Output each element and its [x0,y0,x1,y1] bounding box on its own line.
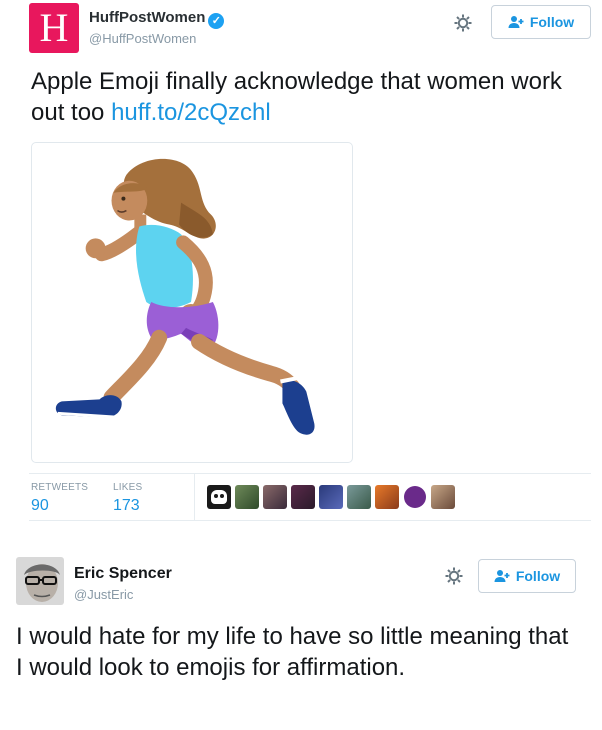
display-name-text[interactable]: HuffPostWomen [89,9,205,26]
tweet-link[interactable]: huff.to/2cQzchl [111,99,271,126]
avatar[interactable] [16,557,64,605]
liker-avatars [207,485,455,509]
avatar[interactable]: H [29,3,79,53]
liker-avatar[interactable] [403,485,427,509]
tweet1-header: H HuffPostWomen ✓ @HuffPostWomen Follow [29,3,591,55]
follow-button[interactable]: Follow [491,5,591,39]
liker-avatar[interactable] [263,485,287,509]
liker-avatar[interactable] [375,485,399,509]
likes-stat[interactable]: LIKES 173 [113,482,142,515]
liker-avatar[interactable] [347,485,371,509]
display-name[interactable]: Eric Spencer [74,565,172,583]
likes-count: 173 [113,497,140,514]
liker-avatar[interactable] [431,485,455,509]
liker-avatar[interactable] [319,485,343,509]
liker-avatar[interactable] [235,485,259,509]
likes-label: LIKES [113,482,143,493]
retweets-stat[interactable]: RETWEETS 90 [31,482,88,515]
handle[interactable]: @HuffPostWomen [89,31,196,46]
verified-badge-icon: ✓ [208,13,225,29]
display-name[interactable]: HuffPostWomen ✓ [89,9,225,29]
follow-button-label: Follow [515,568,561,584]
tweet-text: Apple Emoji finally acknowledge that wom… [31,66,571,128]
follow-button-label: Follow [529,14,575,30]
stats-divider [194,474,195,520]
follow-person-plus-icon [494,570,510,582]
handle[interactable]: @JustEric [74,587,133,602]
reply-tweet-text: I would hate for my life to have so litt… [16,623,569,681]
liker-avatar[interactable] [207,485,231,509]
follow-button[interactable]: Follow [478,559,576,593]
gear-icon[interactable] [453,13,473,33]
tweet-stats: RETWEETS 90 LIKES 173 [29,473,591,521]
running-woman-emoji-image [55,158,315,435]
retweets-count: 90 [31,497,49,514]
eric-avatar-image [16,557,64,605]
tweet-media-image[interactable] [31,142,353,463]
liker-avatar[interactable] [291,485,315,509]
retweets-label: RETWEETS [31,482,89,493]
gear-icon[interactable] [444,566,464,586]
tweet2-header: Eric Spencer @JustEric Follow [16,557,586,607]
follow-person-plus-icon [508,16,524,28]
